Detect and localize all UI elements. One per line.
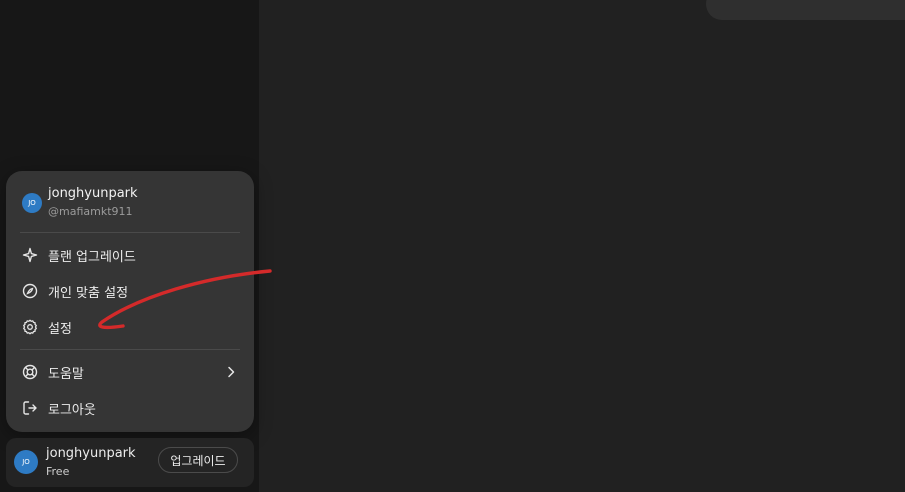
menu-item-label: 설정 (48, 322, 72, 337)
avatar: JO (22, 193, 42, 213)
personalize-icon (22, 283, 38, 299)
lifebuoy-icon (22, 364, 38, 380)
account-footer[interactable]: JO jonghyunpark Free 업그레이드 (6, 438, 254, 487)
avatar: JO (14, 450, 38, 474)
menu-divider (20, 349, 240, 350)
footer-plan-label: Free (46, 465, 70, 478)
menu-item-label: 플랜 업그레이드 (48, 250, 136, 265)
menu-item-label: 로그아웃 (48, 403, 96, 418)
logout-icon (22, 400, 38, 416)
account-menu: JO jonghyunpark @mafiamkt911 플랜 업그레이드 개인… (6, 171, 254, 432)
main-area (259, 0, 905, 492)
chevron-right-icon (224, 365, 238, 379)
menu-item-label: 개인 맞춤 설정 (48, 286, 129, 301)
menu-item-label: 도움말 (48, 367, 84, 382)
sparkle-icon (22, 247, 38, 263)
message-bubble (706, 0, 905, 20)
menu-user-handle: @mafiamkt911 (48, 205, 133, 218)
menu-item-personalize[interactable]: 개인 맞춤 설정 (12, 274, 248, 308)
upgrade-button[interactable]: 업그레이드 (158, 447, 238, 473)
menu-item-help[interactable]: 도움말 (12, 355, 248, 389)
menu-item-settings[interactable]: 설정 (12, 310, 248, 344)
gear-icon (22, 319, 38, 335)
menu-user-name: jonghyunpark (48, 186, 138, 201)
menu-item-upgrade-plan[interactable]: 플랜 업그레이드 (12, 238, 248, 272)
menu-divider (20, 232, 240, 233)
menu-item-logout[interactable]: 로그아웃 (12, 391, 248, 425)
footer-user-name: jonghyunpark (46, 446, 136, 461)
